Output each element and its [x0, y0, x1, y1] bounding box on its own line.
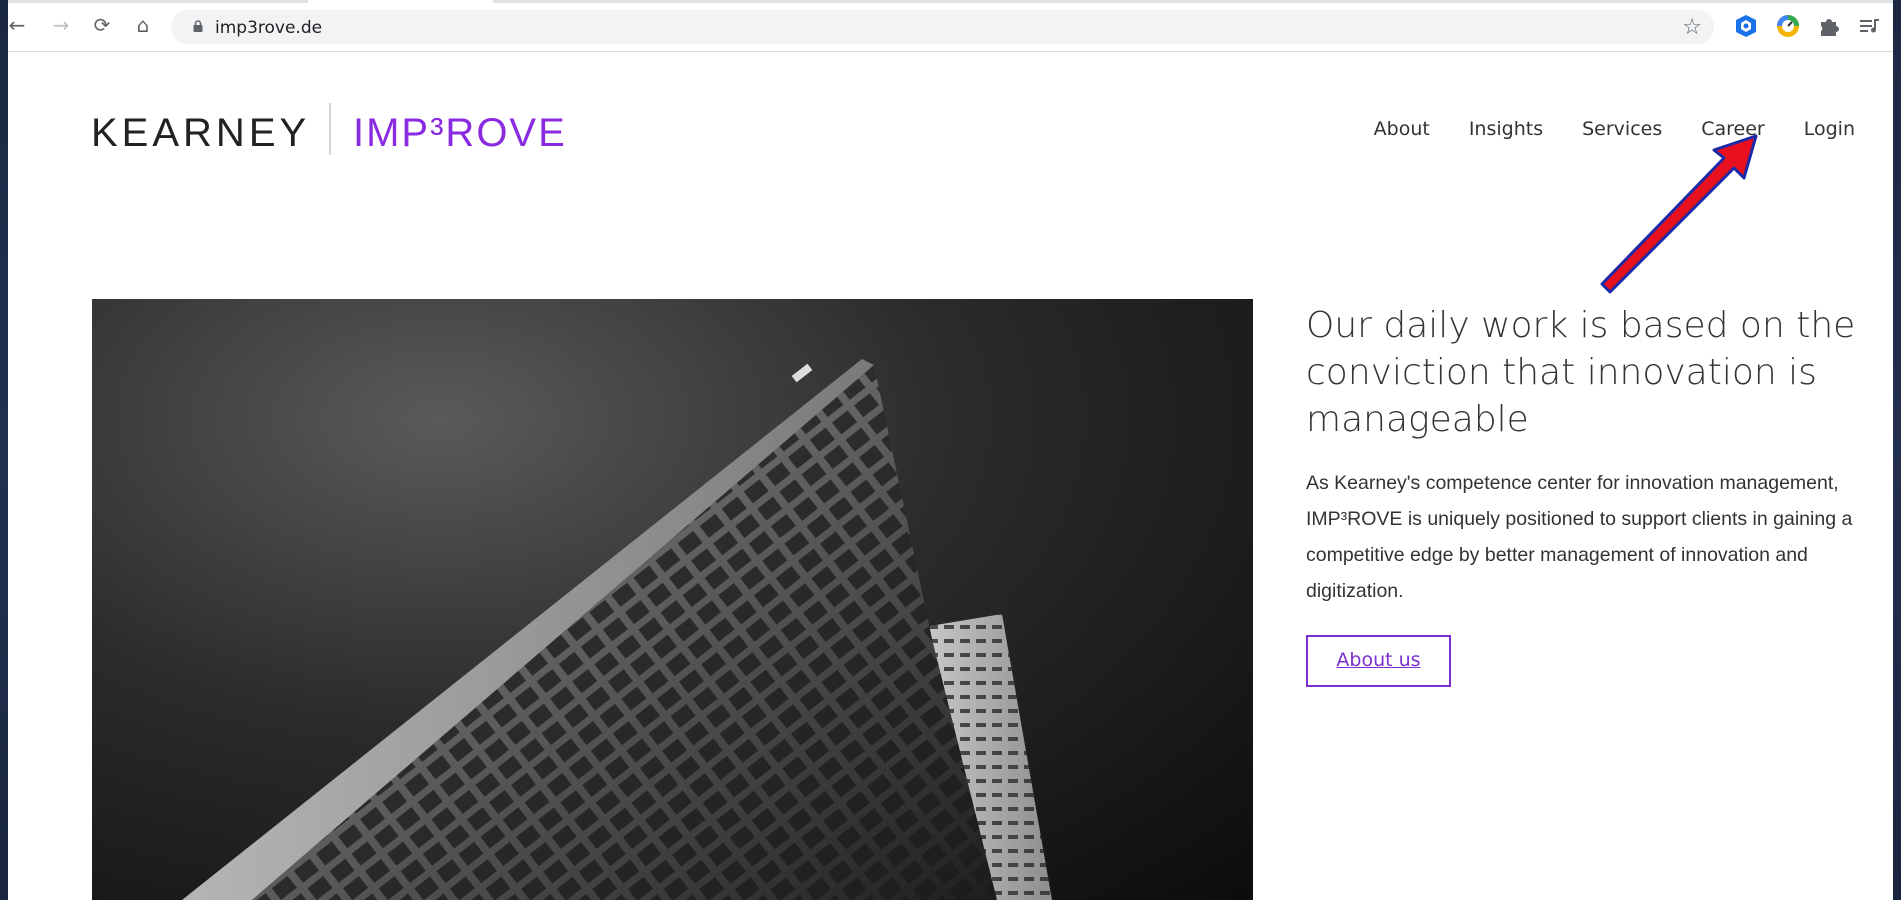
browser-toolbar: ← → ⟳ ⌂ imp3rove.de ☆ — [8, 0, 1893, 52]
speedometer-extension-icon[interactable] — [1775, 13, 1801, 39]
skyscraper-photo — [182, 359, 1052, 900]
nav-link-insights[interactable]: Insights — [1469, 118, 1543, 140]
back-button[interactable]: ← — [8, 12, 30, 38]
bookmark-star-icon[interactable]: ☆ — [1682, 15, 1702, 40]
address-bar[interactable]: imp3rove.de ☆ — [171, 10, 1714, 44]
browser-window: ← → ⟳ ⌂ imp3rove.de ☆ KEARNEY IMP³ROVE A… — [8, 0, 1893, 900]
forward-button[interactable]: → — [48, 12, 74, 38]
home-button[interactable]: ⌂ — [130, 12, 156, 38]
screen-border-right — [1893, 0, 1901, 900]
puzzle-extensions-icon[interactable] — [1816, 13, 1842, 39]
hero-title: Our daily work is based on the convictio… — [1306, 305, 1856, 440]
about-us-button[interactable]: About us — [1306, 635, 1451, 687]
screen-border-left — [0, 0, 8, 900]
media-control-icon[interactable] — [1857, 13, 1883, 39]
shield-extension-icon[interactable] — [1733, 13, 1759, 39]
nav-link-login[interactable]: Login — [1804, 118, 1855, 140]
tab-strip — [8, 0, 1893, 3]
nav-link-about[interactable]: About — [1374, 118, 1430, 140]
hero-building-image — [92, 299, 1253, 900]
reload-button[interactable]: ⟳ — [89, 12, 115, 38]
logo-divider — [329, 103, 331, 155]
web-page: KEARNEY IMP³ROVE About Insights Services… — [8, 52, 1893, 900]
hero-text-block: Our daily work is based on the convictio… — [1306, 302, 1866, 687]
lock-icon — [193, 20, 203, 32]
hero-description: As Kearney's competence center for innov… — [1306, 472, 1853, 602]
logo-improve-text: IMP³ROVE — [353, 111, 567, 155]
annotation-arrow-icon — [1600, 134, 1758, 294]
active-tab[interactable] — [308, 0, 493, 3]
logo-kearney-text: KEARNEY — [91, 111, 311, 155]
url-text[interactable]: imp3rove.de — [215, 18, 322, 38]
